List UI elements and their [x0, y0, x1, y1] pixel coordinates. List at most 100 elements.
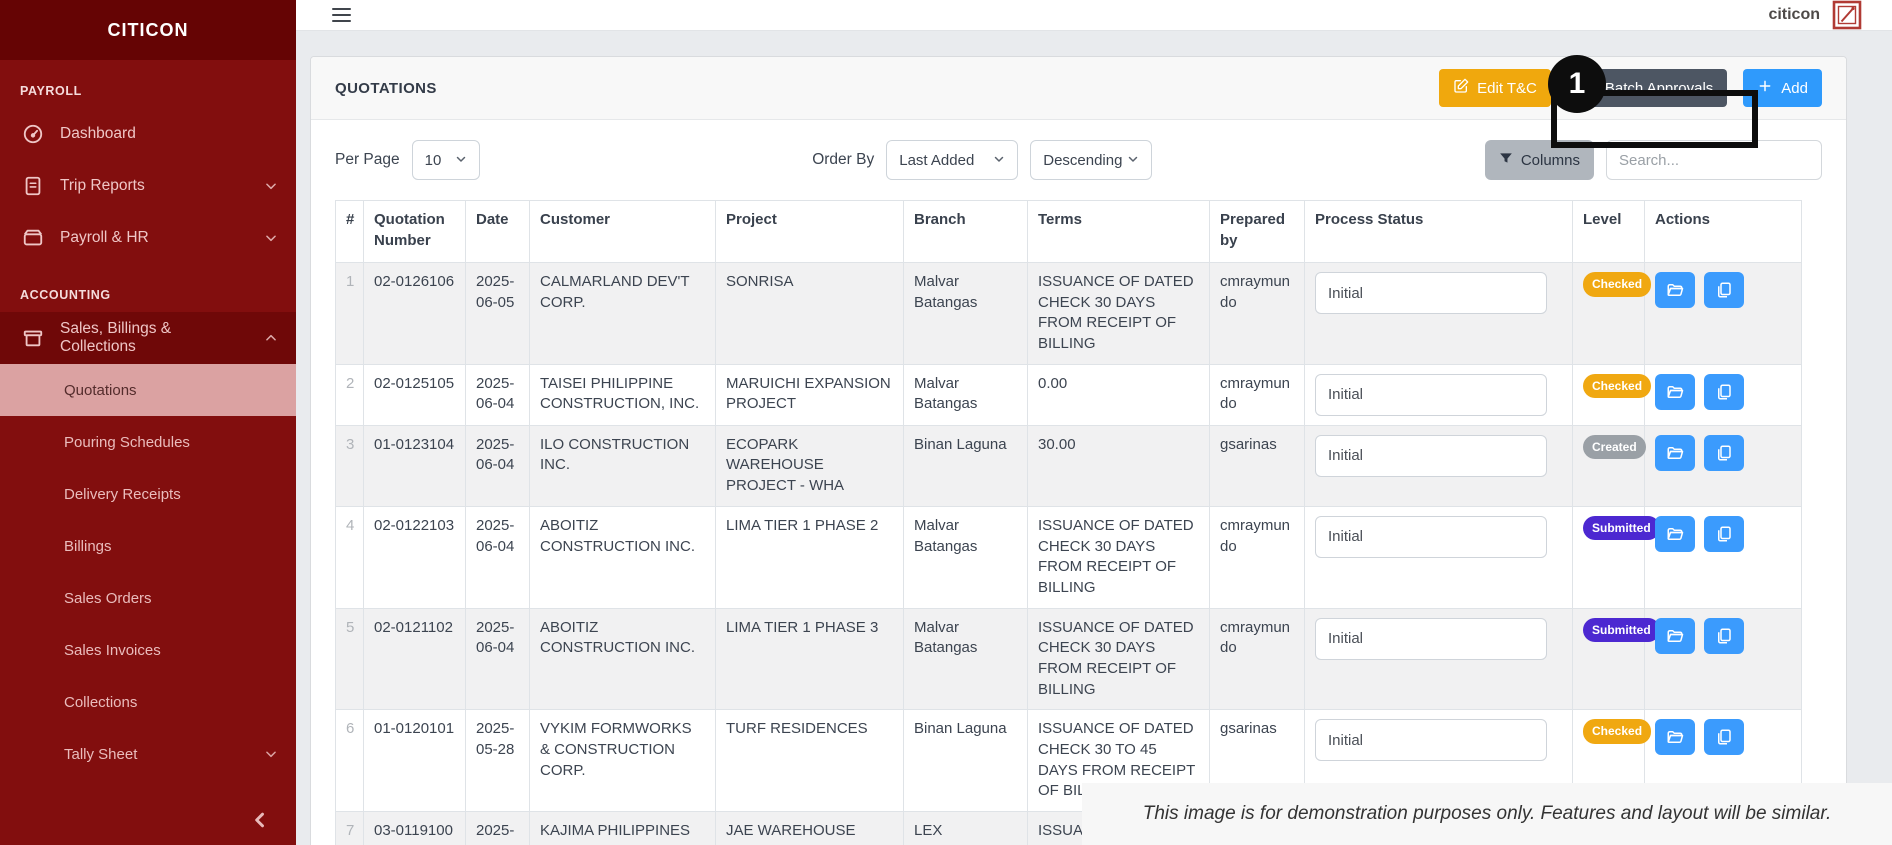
open-record-button[interactable]: [1655, 515, 1695, 552]
add-button[interactable]: Add: [1743, 69, 1822, 107]
open-record-button[interactable]: [1655, 434, 1695, 471]
process-status-input[interactable]: [1315, 515, 1547, 558]
column-header-terms: Terms: [1027, 200, 1210, 263]
row-index: 1: [335, 262, 364, 365]
open-record-button[interactable]: [1655, 719, 1695, 756]
cell-quotation-number: 02-0122103: [363, 505, 466, 609]
sidebar-collapse-button[interactable]: [250, 810, 270, 835]
cell-actions: [1644, 363, 1802, 426]
cell-branch: Malvar Batangas: [903, 262, 1028, 365]
open-record-button[interactable]: [1655, 373, 1695, 410]
process-status-input[interactable]: [1315, 617, 1547, 660]
duplicate-record-button[interactable]: [1704, 617, 1744, 654]
sidebar-item-sales-billings-collections[interactable]: Sales, Billings & Collections: [0, 312, 296, 364]
sidebar-item-payroll-hr[interactable]: Payroll & HR: [0, 212, 296, 264]
cell-customer: TAISEI PHILIPPINE CONSTRUCTION, INC.: [529, 363, 716, 426]
chevron-down-icon: [264, 231, 278, 245]
card-header: QUOTATIONS Edit T&C Batch Approvals Add: [311, 57, 1846, 120]
page-title: QUOTATIONS: [335, 79, 437, 97]
sidebar-item-trip-reports[interactable]: Trip Reports: [0, 160, 296, 212]
per-page-value: 10: [424, 151, 442, 169]
folder-icon: [1666, 627, 1684, 645]
file-icon: [22, 175, 44, 197]
disclaimer-text: This image is for demonstration purposes…: [1142, 803, 1832, 824]
search-input[interactable]: [1606, 140, 1822, 180]
sidebar-item-billings[interactable]: Billings: [0, 520, 296, 572]
copy-icon: [1715, 281, 1733, 299]
direction-select[interactable]: Descending: [1030, 140, 1153, 180]
sidebar-section-label: ACCOUNTING: [20, 288, 111, 302]
sidebar-item-label: Sales, Billings & Collections: [60, 320, 172, 355]
batch-approvals-label: Batch Approvals: [1604, 79, 1714, 97]
table-header-row: # Quotation Number Date Customer Project Bran…: [335, 200, 1802, 263]
cell-branch: Malvar Batangas: [903, 607, 1028, 711]
sidebar-item-dashboard[interactable]: Dashboard: [0, 108, 296, 160]
cell-quotation-number: 01-0123104: [363, 424, 466, 507]
order-by-label: Order By: [812, 151, 875, 168]
cell-date: 2025-06-04: [465, 363, 530, 426]
columns-button[interactable]: Columns: [1484, 140, 1594, 180]
cell-actions: [1644, 505, 1802, 609]
sidebar-item-quotations[interactable]: Quotations: [0, 364, 296, 416]
cell-terms: 30.00: [1027, 424, 1210, 507]
process-status-input[interactable]: [1315, 719, 1547, 762]
column-header-customer: Customer: [529, 200, 716, 263]
sidebar-item-sales-invoices[interactable]: Sales Invoices: [0, 624, 296, 676]
sidebar-subitem-label: Quotations: [64, 381, 137, 399]
order-by-value: Last Added: [899, 151, 975, 169]
cell-prepared-by: cmraymundo: [1209, 607, 1305, 711]
cell-process-status: [1304, 363, 1573, 426]
level-badge: Checked: [1583, 373, 1652, 399]
row-index: 4: [335, 505, 364, 609]
cell-prepared-by: gsarinas: [1209, 424, 1305, 507]
sidebar-item-tally-sheet[interactable]: Tally Sheet: [0, 728, 296, 780]
sidebar-item-collections[interactable]: Collections: [0, 676, 296, 728]
cell-customer: KAJIMA PHILIPPINES INC.: [529, 811, 716, 845]
duplicate-record-button[interactable]: [1704, 373, 1744, 410]
main-area: citicon QUOTATIONS Edit T&C Batch Approv…: [296, 0, 1892, 845]
column-header-num: #: [335, 200, 364, 263]
sidebar-subitem-label: Pouring Schedules: [64, 433, 190, 451]
open-record-button[interactable]: [1655, 272, 1695, 308]
duplicate-record-button[interactable]: [1704, 515, 1744, 552]
per-page-label: Per Page: [335, 151, 400, 168]
sidebar-subitem-label: Collections: [64, 693, 138, 711]
cell-prepared-by: cmraymundo: [1209, 505, 1305, 609]
duplicate-record-button[interactable]: [1704, 434, 1744, 471]
topbar: citicon: [296, 0, 1892, 31]
process-status-input[interactable]: [1315, 272, 1547, 314]
row-index: 3: [335, 424, 364, 507]
pencil-square-icon: [1453, 78, 1469, 98]
row-index: 6: [335, 709, 364, 813]
hamburger-menu-icon[interactable]: [332, 8, 351, 22]
row-index: 2: [335, 363, 364, 426]
level-badge: Submitted: [1583, 617, 1660, 643]
sidebar-item-delivery-receipts[interactable]: Delivery Receipts: [0, 468, 296, 520]
sidebar-subitem-label: Delivery Receipts: [64, 485, 181, 503]
order-by-select[interactable]: Last Added: [886, 140, 1019, 180]
user-label[interactable]: citicon: [1768, 6, 1820, 24]
edit-tc-button[interactable]: Edit T&C: [1439, 69, 1551, 107]
table-row: 2 02-0125105 2025-06-04 TAISEI PHILIPPINE C…: [335, 363, 1802, 426]
app-root: CITICON PAYROLL Dashboard Trip Reports Payr…: [0, 0, 1892, 845]
process-status-input[interactable]: [1315, 373, 1547, 416]
folder-icon: [1666, 728, 1684, 746]
copy-icon: [1715, 444, 1733, 462]
open-record-button[interactable]: [1655, 617, 1695, 654]
chevron-down-icon: [264, 179, 278, 193]
cell-process-status: [1304, 424, 1573, 507]
cell-branch: Binan Laguna: [903, 424, 1028, 507]
sidebar-item-sales-orders[interactable]: Sales Orders: [0, 572, 296, 624]
process-status-input[interactable]: [1315, 434, 1547, 477]
table-row: 4 02-0122103 2025-06-04 ABOITIZ CONSTRUCTIO…: [335, 505, 1802, 609]
cell-quotation-number: 03-0119100: [363, 811, 466, 845]
sidebar-subitem-label: Billings: [64, 537, 112, 555]
cell-branch: Binan Laguna: [903, 709, 1028, 813]
duplicate-record-button[interactable]: [1704, 272, 1744, 308]
per-page-select[interactable]: 10: [411, 140, 480, 180]
sidebar-item-pouring-schedules[interactable]: Pouring Schedules: [0, 416, 296, 468]
cell-terms: ISSUANCE OF DATED CHECK 30 DAYS FROM REC…: [1027, 262, 1210, 365]
column-header-level: Level: [1572, 200, 1645, 263]
duplicate-record-button[interactable]: [1704, 719, 1744, 756]
sidebar-nav: PAYROLL Dashboard Trip Reports Payroll & HR…: [0, 60, 296, 780]
